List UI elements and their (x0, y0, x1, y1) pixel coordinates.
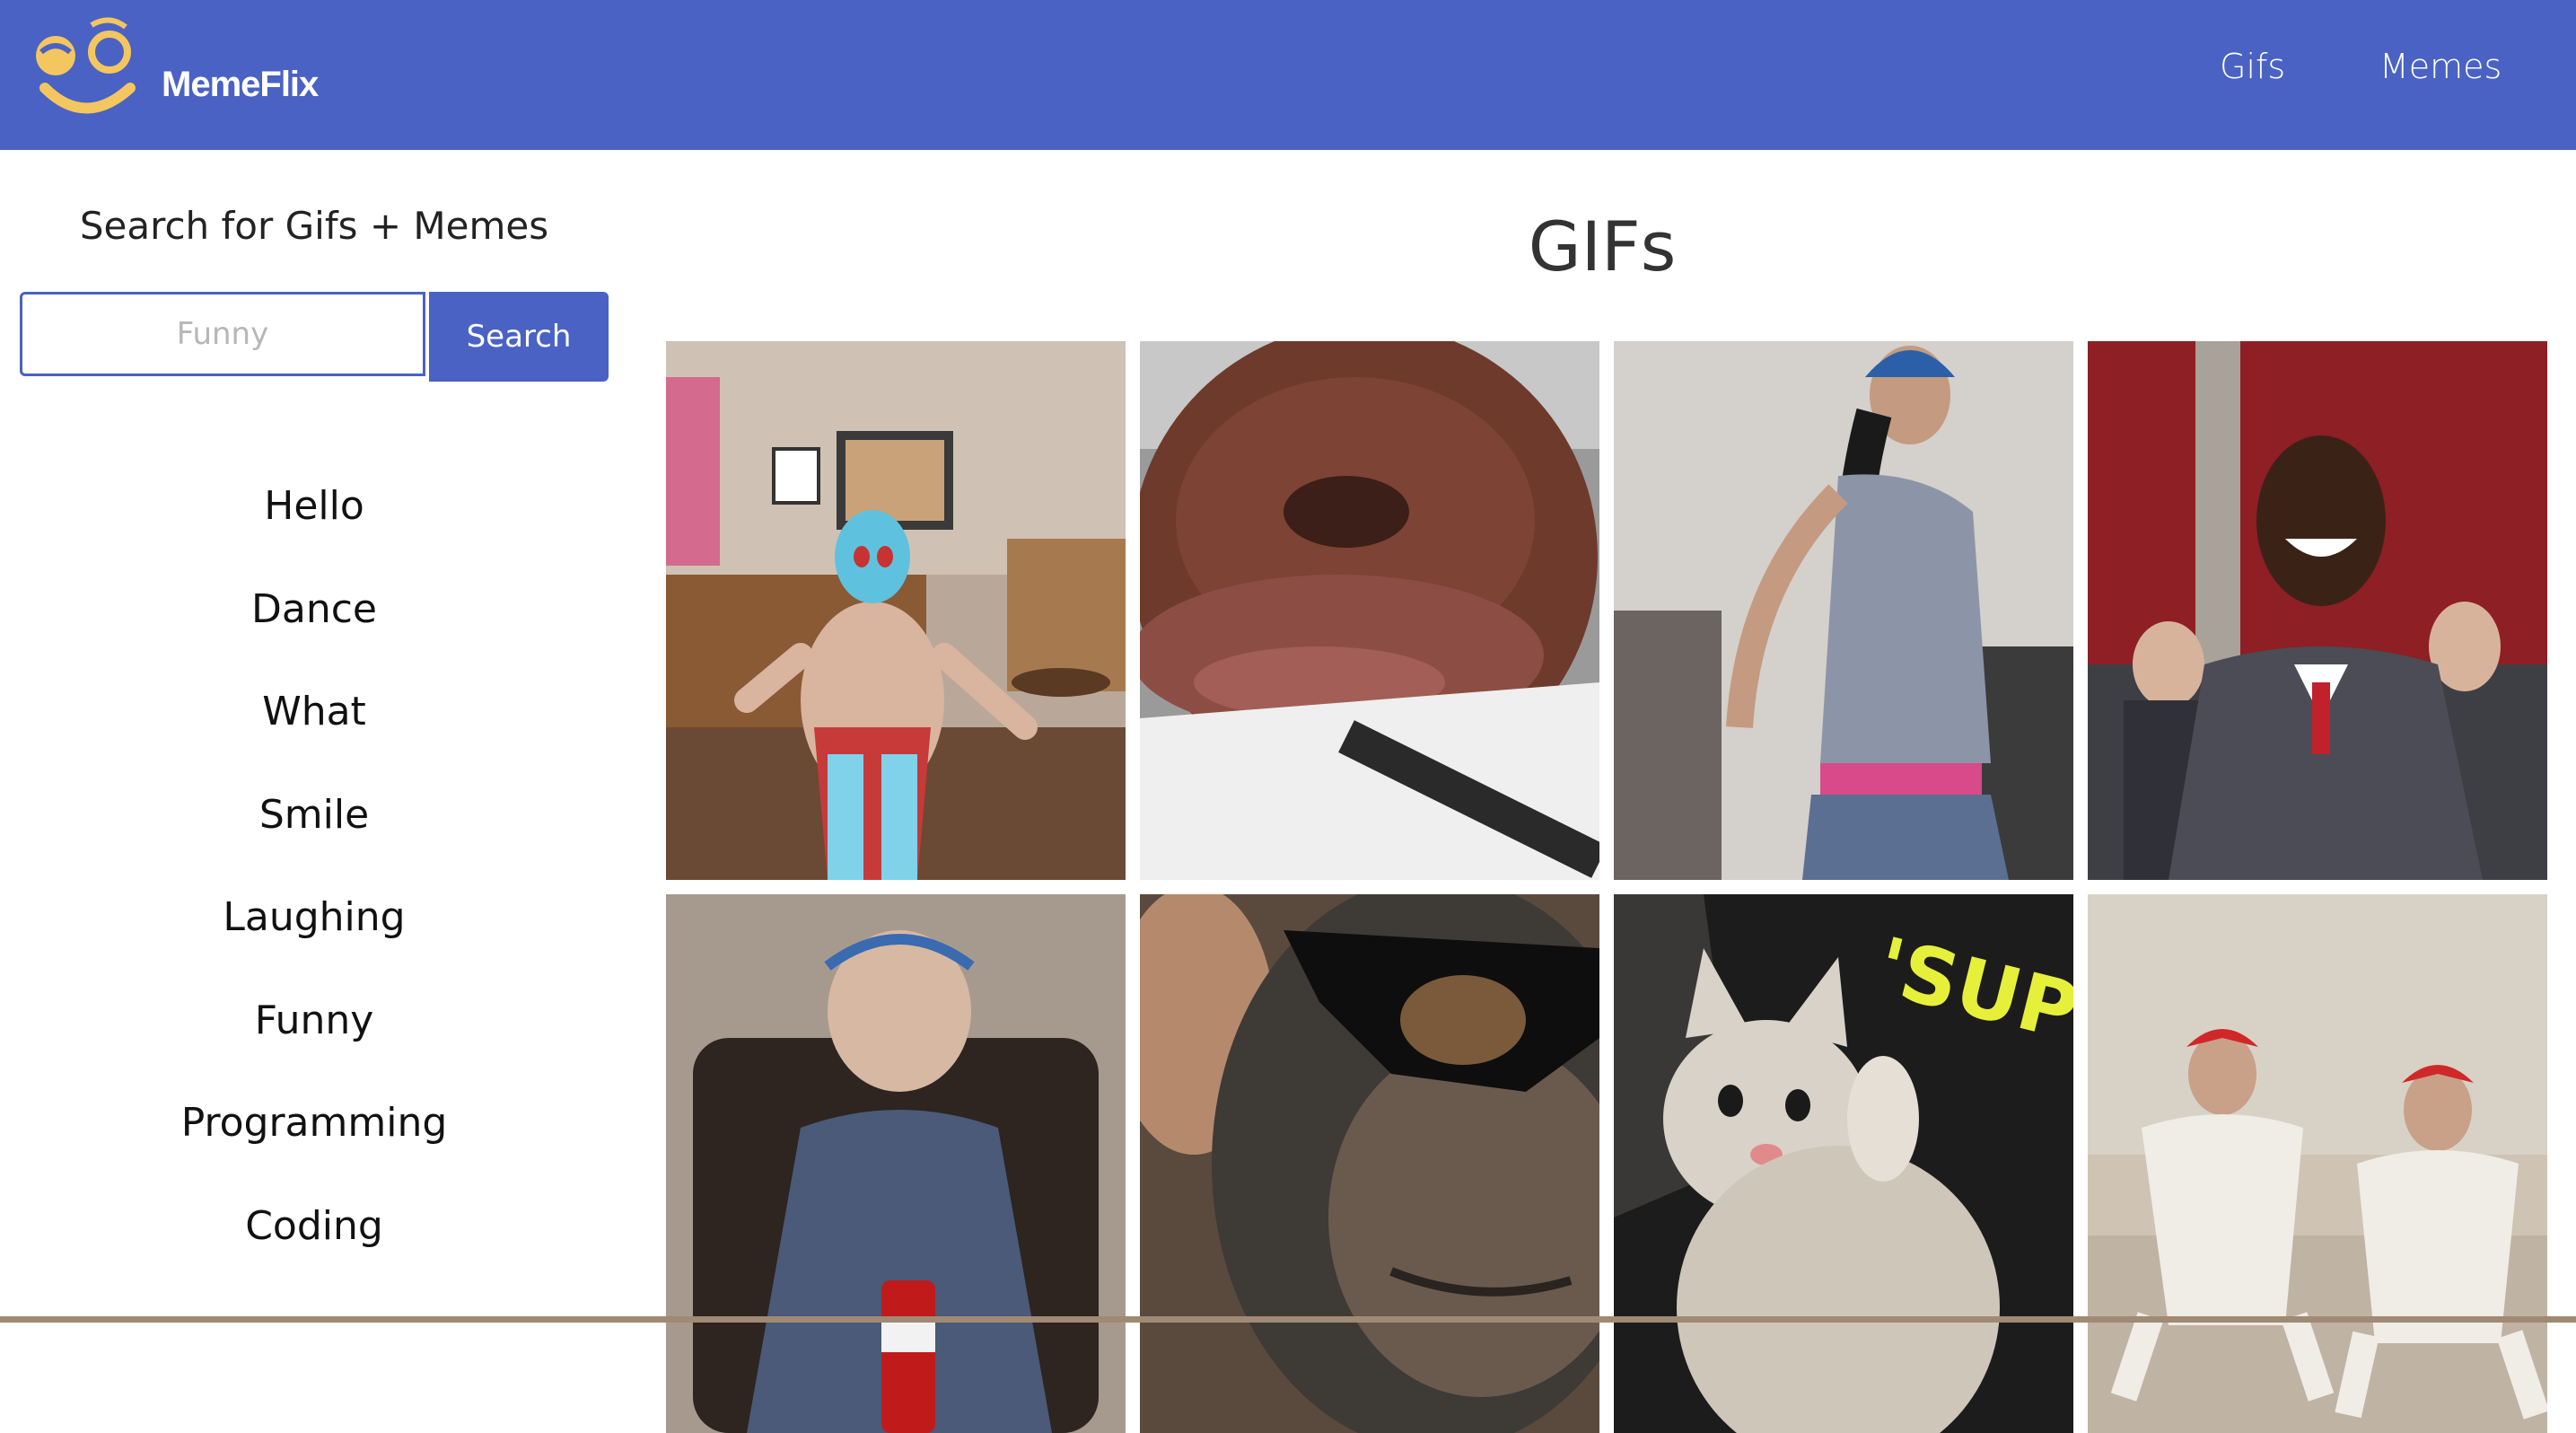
gif-tile-kitten[interactable]: 'SUP? (1614, 894, 2073, 1433)
page-bottom-edge (0, 1316, 2576, 1323)
topic-item-programming[interactable]: Programming (0, 1072, 628, 1175)
topic-item-dance[interactable]: Dance (0, 558, 628, 662)
topic-item-laughing[interactable]: Laughing (0, 866, 628, 970)
gif-tile-woman-drinking[interactable] (666, 894, 1126, 1433)
luchador-dancing-gif (666, 341, 1126, 880)
sidebar-title: Search for Gifs + Memes (79, 204, 549, 248)
gif-tile-luchador[interactable] (666, 341, 1126, 880)
gif-tile-chicken-dance[interactable] (2088, 894, 2547, 1433)
gif-tile-woman-dancing[interactable] (1614, 341, 2073, 880)
kitten-sup-gif: 'SUP? (1614, 894, 2073, 1433)
woman-drinking-soda-gif (666, 894, 1126, 1433)
topic-item-smile[interactable]: Smile (0, 764, 628, 867)
gif-tile-man-laughing[interactable] (2088, 341, 2547, 880)
logo[interactable]: MemeFlix (29, 16, 319, 124)
topic-list: Hello Dance What Smile Laughing Funny Pr… (0, 455, 628, 1278)
topic-item-hello[interactable]: Hello (0, 455, 628, 558)
search-button[interactable]: Search (429, 292, 609, 382)
gif-tile-chimp[interactable] (1140, 894, 1599, 1433)
dog-face-window-gif (1140, 341, 1599, 880)
gif-tile-dog[interactable] (1140, 341, 1599, 880)
brand-name: MemeFlix (162, 65, 319, 104)
topic-item-funny[interactable]: Funny (0, 970, 628, 1073)
topic-item-coding[interactable]: Coding (0, 1175, 628, 1279)
search-input[interactable] (20, 292, 425, 376)
topic-item-what[interactable]: What (0, 661, 628, 764)
nav-link-gifs[interactable]: Gifs (2220, 47, 2285, 86)
man-laughing-suit-gif (2088, 341, 2547, 880)
nav-link-memes[interactable]: Memes (2379, 47, 2502, 86)
chimp-sunglasses-gif (1140, 894, 1599, 1433)
sidebar: Search for Gifs + Memes Search Hello Dan… (0, 150, 628, 1323)
smiley-face-icon (36, 17, 136, 114)
top-navbar: MemeFlix Gifs Memes (0, 0, 2576, 150)
woman-dancing-gif (1614, 341, 2073, 880)
chicken-suit-dance-gif (2088, 894, 2547, 1433)
page-title: GIFs (1528, 207, 1677, 286)
